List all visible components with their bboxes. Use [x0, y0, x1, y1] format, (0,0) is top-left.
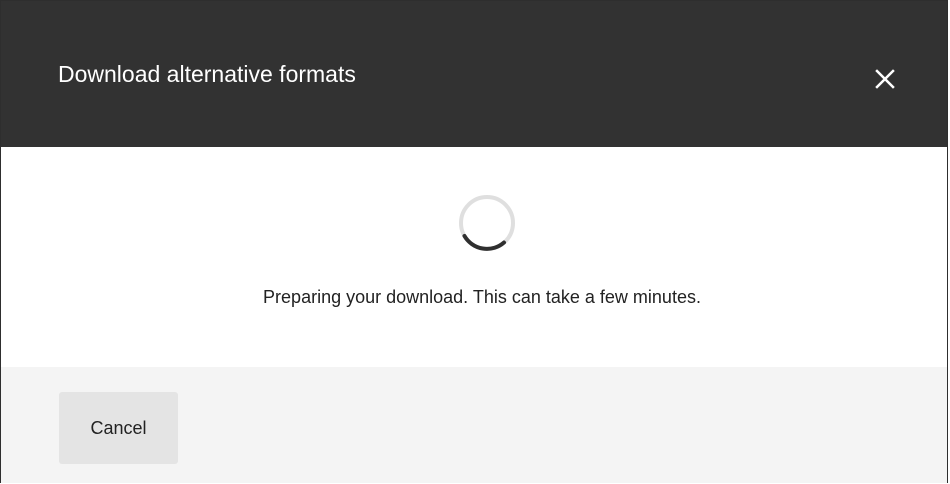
dialog-title: Download alternative formats	[58, 61, 356, 87]
cancel-button[interactable]: Cancel	[59, 392, 178, 464]
dialog-header: Download alternative formats	[1, 1, 947, 147]
download-status-message: Preparing your download. This can take a…	[263, 287, 701, 307]
dialog-body: Preparing your download. This can take a…	[1, 147, 947, 367]
close-button[interactable]	[867, 61, 903, 97]
download-dialog: Download alternative formats Preparing y…	[0, 0, 948, 483]
dialog-footer: Cancel	[1, 367, 947, 483]
close-icon	[875, 69, 895, 89]
loading-spinner-icon	[454, 194, 520, 252]
